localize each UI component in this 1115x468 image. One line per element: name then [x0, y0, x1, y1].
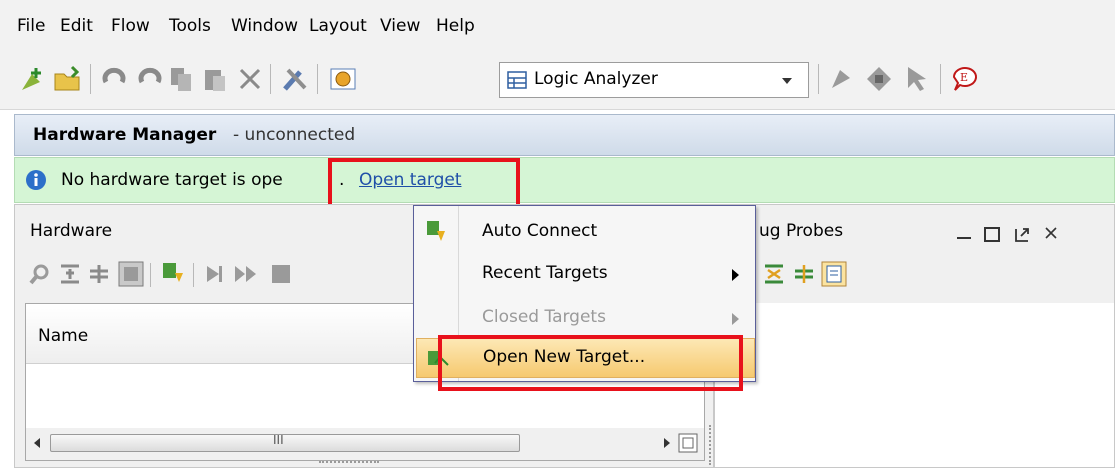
menu-file[interactable]: File — [17, 16, 45, 36]
menu-item-closed-targets: Closed Targets — [414, 298, 755, 338]
layout-combo[interactable]: Logic Analyzer — [499, 62, 809, 98]
submenu-arrow-icon — [732, 269, 739, 281]
auto-connect-icon[interactable] — [161, 261, 187, 287]
maximize-icon[interactable] — [983, 225, 1001, 243]
horizontal-scrollbar[interactable]: III — [26, 428, 704, 460]
close-icon[interactable] — [1043, 225, 1059, 241]
info-message: No hardware target is ope — [61, 170, 283, 190]
open-folder-icon[interactable] — [52, 64, 82, 94]
menu-tools[interactable]: Tools — [169, 16, 211, 36]
menu-bar: File Edit Flow Tools Window Layout View … — [0, 0, 1115, 50]
delete-icon[interactable] — [235, 64, 265, 94]
pointer-icon[interactable] — [902, 64, 932, 94]
toolbar-separator — [317, 64, 318, 94]
toolbar-separator — [270, 64, 271, 94]
menu-item-label: Recent Targets — [482, 263, 608, 283]
scroll-thumb[interactable]: III — [50, 433, 520, 452]
step-icon[interactable] — [203, 263, 225, 285]
scroll-left-icon[interactable] — [34, 438, 40, 448]
debug-probes-title: ug Probes — [759, 221, 844, 241]
connection-status: - unconnected — [233, 125, 356, 145]
debug-icon[interactable] — [864, 64, 894, 94]
run-settings-icon[interactable] — [328, 64, 358, 94]
menu-item-auto-connect[interactable]: Auto Connect — [414, 212, 755, 252]
menu-edit[interactable]: Edit — [60, 16, 93, 36]
scroll-thumb-grip: III — [273, 433, 284, 447]
toolbar-separator — [150, 263, 151, 287]
menu-item-label: Closed Targets — [482, 307, 606, 327]
splitter-grip[interactable] — [319, 461, 379, 463]
menu-layout[interactable]: Layout — [309, 16, 367, 36]
column-chooser-icon[interactable] — [678, 433, 698, 453]
debug-probes-list — [715, 303, 1114, 467]
layout-combo-value: Logic Analyzer — [534, 69, 658, 89]
search-icon[interactable] — [29, 263, 51, 285]
toolbar-separator — [818, 64, 819, 94]
paste-icon[interactable] — [200, 64, 230, 94]
minimize-icon[interactable] — [955, 227, 973, 241]
highlight-open-new-target — [438, 335, 743, 391]
redo-icon[interactable] — [134, 64, 164, 94]
toolbar-separator — [940, 64, 941, 94]
copy-icon[interactable] — [166, 64, 196, 94]
toolbar-separator — [90, 64, 91, 94]
hardware-panel-title: Hardware — [30, 221, 113, 241]
menu-help[interactable]: Help — [436, 16, 475, 36]
run-trigger-icon[interactable] — [826, 64, 856, 94]
menu-view[interactable]: View — [380, 16, 420, 36]
svg-text:E: E — [960, 71, 968, 84]
page-title: Hardware Manager — [33, 125, 217, 145]
fast-forward-icon[interactable] — [233, 263, 259, 285]
menu-item-label: Auto Connect — [482, 221, 598, 241]
collapse-all-icon[interactable] — [763, 263, 785, 285]
toolbar-separator — [193, 263, 194, 287]
probe-properties-icon[interactable] — [821, 261, 847, 287]
collapse-all-icon[interactable] — [59, 263, 81, 285]
float-icon[interactable] — [1013, 225, 1031, 243]
menu-window[interactable]: Window — [231, 16, 298, 36]
column-name-header[interactable]: Name — [38, 326, 88, 346]
chevron-down-icon — [782, 78, 792, 84]
menu-flow[interactable]: Flow — [111, 16, 150, 36]
stop-icon[interactable] — [271, 264, 291, 284]
main-toolbar: Logic Analyzer E — [0, 50, 1115, 110]
undo-icon[interactable] — [100, 64, 130, 94]
hardware-manager-title-bar: Hardware Manager - unconnected — [14, 114, 1115, 156]
debug-probes-panel: ug Probes — [714, 204, 1115, 468]
expand-all-icon[interactable] — [793, 263, 815, 285]
settings-tools-icon[interactable] — [280, 64, 310, 94]
expand-all-icon[interactable] — [88, 263, 110, 285]
auto-connect-icon — [427, 221, 445, 241]
submenu-arrow-icon — [732, 313, 739, 325]
help-chat-icon[interactable]: E — [950, 64, 980, 94]
new-project-icon[interactable] — [18, 64, 48, 94]
vertical-splitter-grip[interactable] — [709, 425, 711, 465]
properties-icon[interactable] — [118, 261, 144, 287]
menu-item-recent-targets[interactable]: Recent Targets — [414, 254, 755, 294]
info-icon — [26, 170, 46, 190]
info-banner: No hardware target is ope . Open target — [14, 157, 1115, 203]
layout-icon — [507, 71, 527, 89]
scroll-right-icon[interactable] — [664, 438, 670, 448]
